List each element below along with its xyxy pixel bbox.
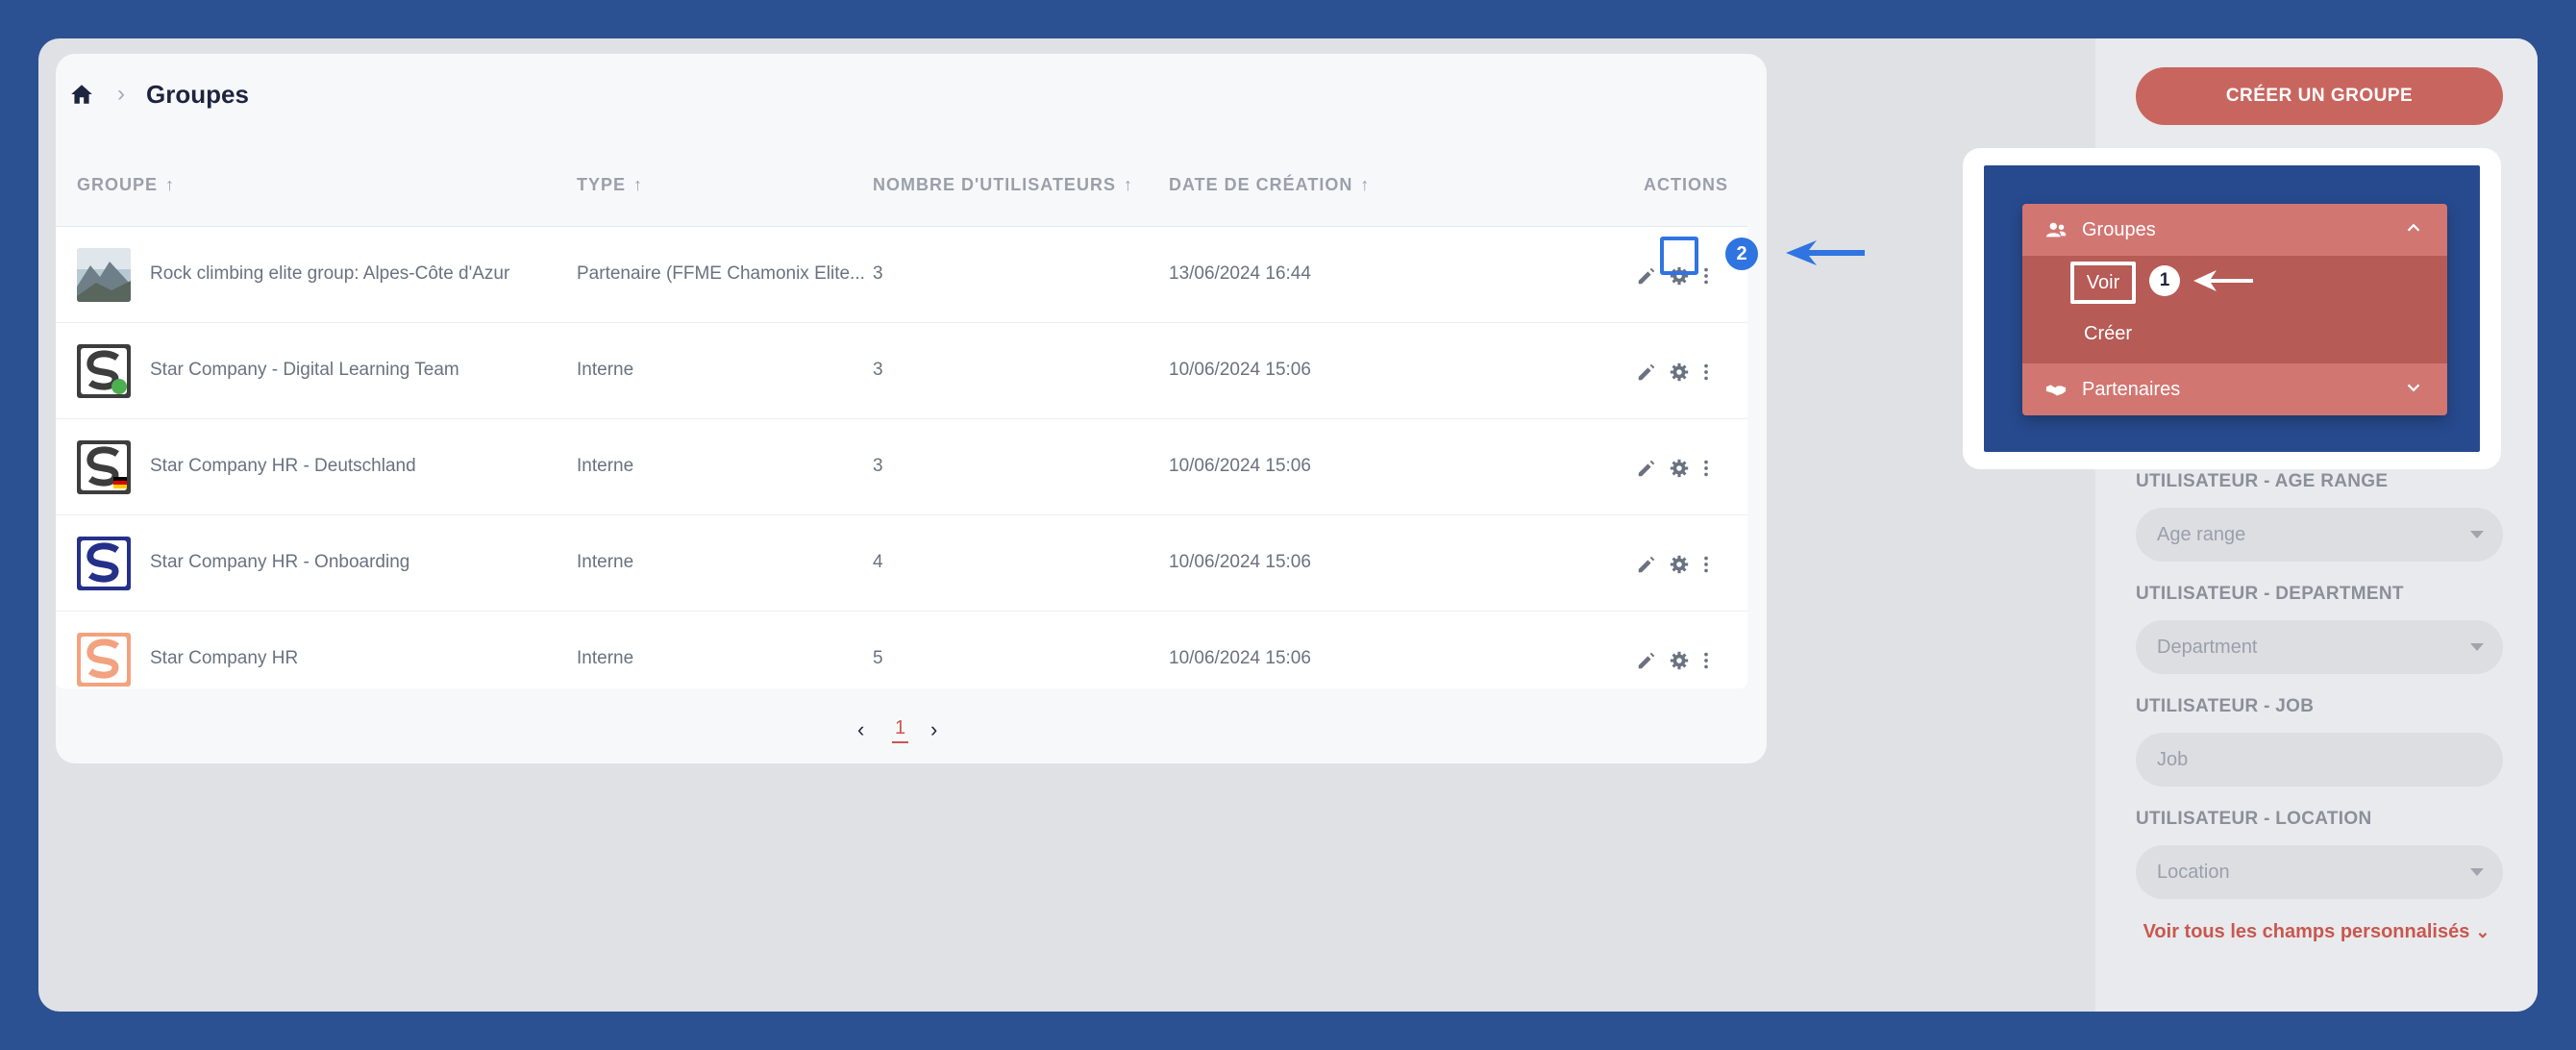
group-created-date: 10/06/2024 15:06 bbox=[1169, 648, 1311, 668]
table-row[interactable]: Star Company HR - Onboarding Interne 4 1… bbox=[56, 515, 1747, 612]
group-name[interactable]: Star Company HR bbox=[150, 648, 298, 669]
filter-label-department: UTILISATEUR - DEPARTMENT bbox=[2136, 584, 2404, 604]
group-created-date: 10/06/2024 15:06 bbox=[1169, 360, 1311, 380]
handshake-icon bbox=[2045, 385, 2067, 396]
group-users-count: 3 bbox=[873, 263, 883, 284]
group-type: Interne bbox=[577, 648, 634, 668]
arrow-left-icon bbox=[1786, 240, 1865, 265]
sort-arrow-icon: ↑ bbox=[1360, 175, 1371, 194]
group-created-date: 10/06/2024 15:06 bbox=[1169, 552, 1311, 572]
nav-menu-creer[interactable]: Créer bbox=[2084, 323, 2132, 345]
chevron-down-icon bbox=[2470, 868, 2484, 876]
more-vertical-icon[interactable] bbox=[1696, 650, 1717, 671]
group-name[interactable]: Star Company - Digital Learning Team bbox=[150, 360, 459, 381]
nav-menu-partners[interactable]: Partenaires bbox=[2022, 363, 2447, 415]
more-vertical-icon[interactable] bbox=[1696, 362, 1717, 383]
nav-menu: Groupes Voir 1 Créer Partenaires bbox=[2022, 204, 2447, 415]
more-vertical-icon[interactable] bbox=[1696, 265, 1717, 287]
group-thumbnail-star-logo-de bbox=[77, 440, 131, 494]
more-vertical-icon[interactable] bbox=[1696, 458, 1717, 479]
table-row[interactable]: Rock climbing elite group: Alpes-Côte d'… bbox=[56, 227, 1747, 323]
groups-card: › Groupes GROUPE ↑ TYPE ↑ NOMBRE D'UTILISA… bbox=[56, 54, 1767, 763]
group-users-count: 3 bbox=[873, 360, 883, 380]
edit-icon[interactable] bbox=[1636, 362, 1657, 383]
gear-highlight-box bbox=[1660, 237, 1698, 275]
sort-arrow-icon: ↑ bbox=[165, 175, 176, 194]
pagination-next-icon[interactable]: › bbox=[930, 717, 937, 742]
group-type: Interne bbox=[577, 456, 634, 476]
group-type: Interne bbox=[577, 360, 634, 380]
navigation-menu-callout: Groupes Voir 1 Créer Partenaires bbox=[1963, 148, 2501, 469]
row-actions bbox=[1636, 550, 1742, 579]
group-thumbnail-mountain bbox=[77, 248, 131, 302]
column-header-group[interactable]: GROUPE ↑ bbox=[77, 175, 175, 195]
chevron-up-icon bbox=[2407, 223, 2420, 232]
group-users-count: 3 bbox=[873, 456, 883, 476]
filter-select-location[interactable]: Location bbox=[2136, 845, 2503, 899]
nav-menu-voir[interactable]: Voir bbox=[2070, 262, 2136, 304]
group-created-date: 10/06/2024 15:06 bbox=[1169, 456, 1311, 476]
filter-label-job: UTILISATEUR - JOB bbox=[2136, 696, 2315, 716]
chevron-down-icon bbox=[2470, 643, 2484, 651]
settings-gear-icon[interactable] bbox=[1669, 458, 1690, 479]
chevron-down-icon bbox=[2407, 384, 2420, 392]
create-group-button[interactable]: CRÉER UN GROUPE bbox=[2136, 67, 2503, 125]
filter-label-age-range: UTILISATEUR - AGE RANGE bbox=[2136, 471, 2389, 491]
breadcrumb-separator: › bbox=[117, 81, 125, 107]
more-vertical-icon[interactable] bbox=[1696, 554, 1717, 575]
home-icon[interactable] bbox=[69, 82, 94, 107]
group-created-date: 13/06/2024 16:44 bbox=[1169, 263, 1311, 284]
group-thumbnail-star-logo bbox=[77, 344, 131, 398]
group-users-count: 4 bbox=[873, 552, 883, 572]
filter-select-department[interactable]: Department bbox=[2136, 620, 2503, 674]
column-header-users[interactable]: NOMBRE D'UTILISATEURS ↑ bbox=[873, 175, 1133, 195]
column-header-created[interactable]: DATE DE CRÉATION ↑ bbox=[1169, 175, 1370, 195]
breadcrumb: › Groupes bbox=[69, 75, 249, 113]
pagination-page-current[interactable]: 1 bbox=[892, 717, 909, 743]
table-row[interactable]: Star Company HR - Deutschland Interne 3 … bbox=[56, 419, 1747, 515]
group-thumbnail-star-logo-blue bbox=[77, 537, 131, 590]
edit-icon[interactable] bbox=[1636, 650, 1657, 671]
group-type: Interne bbox=[577, 552, 634, 572]
sort-arrow-icon: ↑ bbox=[1123, 175, 1133, 194]
pagination: ‹ 1 › bbox=[56, 717, 1767, 756]
filter-select-age-range[interactable]: Age range bbox=[2136, 508, 2503, 562]
group-thumbnail-star-logo-orange bbox=[77, 633, 131, 687]
column-header-actions: ACTIONS bbox=[1644, 175, 1728, 194]
settings-gear-icon[interactable] bbox=[1669, 650, 1690, 671]
arrow-left-icon bbox=[2193, 270, 2253, 291]
group-type: Partenaire (FFME Chamonix Elite... bbox=[577, 263, 865, 284]
table-row[interactable]: Star Company - Digital Learning Team Int… bbox=[56, 323, 1747, 419]
table-row[interactable]: Star Company HR Interne 5 10/06/2024 15:… bbox=[56, 612, 1747, 708]
row-actions bbox=[1636, 358, 1742, 387]
page-title: Groupes bbox=[146, 79, 249, 109]
groups-table: GROUPE ↑ TYPE ↑ NOMBRE D'UTILISATEURS ↑ DAT… bbox=[56, 146, 1747, 688]
group-name[interactable]: Star Company HR - Deutschland bbox=[150, 456, 416, 477]
group-users-count: 5 bbox=[873, 648, 883, 668]
group-name[interactable]: Rock climbing elite group: Alpes-Côte d'… bbox=[150, 263, 509, 285]
chevron-down-icon: ⌄ bbox=[2475, 922, 2490, 941]
show-all-custom-fields-link[interactable]: Voir tous les champs personnalisés ⌄ bbox=[2095, 921, 2538, 943]
row-actions bbox=[1636, 646, 1742, 675]
table-header: GROUPE ↑ TYPE ↑ NOMBRE D'UTILISATEURS ↑ DAT… bbox=[56, 146, 1747, 227]
edit-icon[interactable] bbox=[1636, 554, 1657, 575]
nav-menu-groups[interactable]: Groupes bbox=[2022, 204, 2447, 256]
pagination-prev-icon[interactable]: ‹ bbox=[857, 717, 864, 742]
edit-icon[interactable] bbox=[1636, 458, 1657, 479]
filter-input-job[interactable]: Job bbox=[2136, 733, 2503, 787]
column-header-type[interactable]: TYPE ↑ bbox=[577, 175, 643, 195]
sort-arrow-icon: ↑ bbox=[633, 175, 644, 194]
step-badge-2: 2 bbox=[1725, 238, 1758, 270]
settings-gear-icon[interactable] bbox=[1669, 362, 1690, 383]
step-badge-1: 1 bbox=[2149, 265, 2180, 296]
settings-gear-icon[interactable] bbox=[1669, 554, 1690, 575]
users-group-icon bbox=[2045, 222, 2067, 238]
chevron-down-icon bbox=[2470, 531, 2484, 538]
group-name[interactable]: Star Company HR - Onboarding bbox=[150, 552, 409, 573]
filter-label-location: UTILISATEUR - LOCATION bbox=[2136, 809, 2372, 829]
row-actions bbox=[1636, 454, 1742, 483]
edit-icon[interactable] bbox=[1636, 265, 1657, 287]
